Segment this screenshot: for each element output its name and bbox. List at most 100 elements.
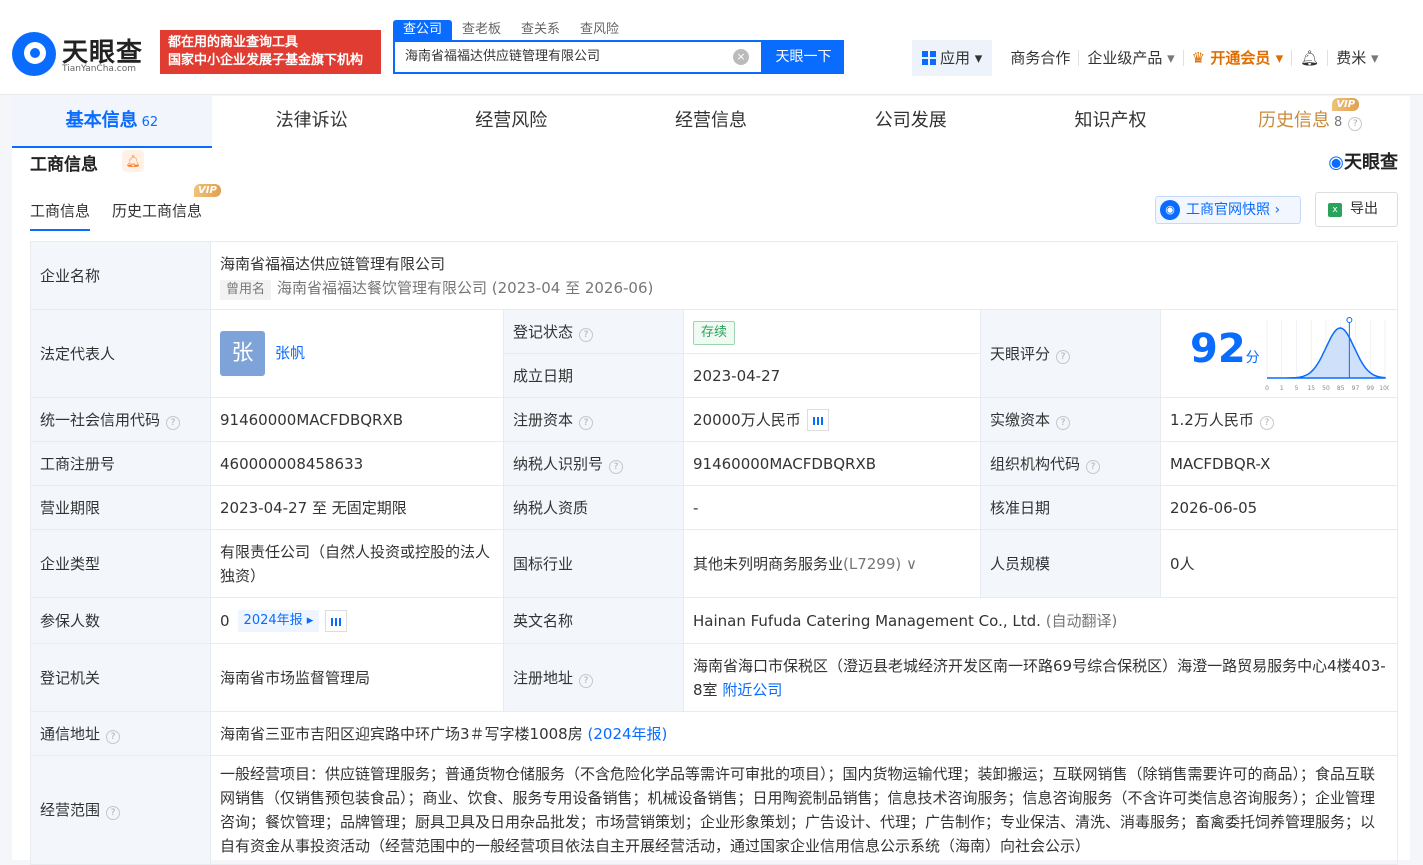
table-row: 营业期限 2023-04-27 至 无固定期限 纳税人资质 - 核准日期 202… <box>30 485 1398 530</box>
label-staff: 人员规模 <box>980 529 1161 598</box>
label-text: 经营范围 <box>40 801 101 819</box>
x-tick-label: 50 <box>1322 385 1330 392</box>
vip-badge: VIP <box>1332 98 1360 111</box>
former-name-tag: 曾用名 <box>220 279 272 300</box>
vip-label: 开通会员 <box>1210 49 1271 67</box>
chevron-down-icon: ▾ <box>1370 49 1379 67</box>
value-term: 2023-04-27 至 无固定期限 <box>210 485 504 530</box>
notification-bell-icon[interactable]: 🔔︎ <box>1291 50 1327 66</box>
tab-history[interactable]: 历史信息 8? VIP <box>1210 96 1410 148</box>
help-icon[interactable]: ? <box>1056 415 1071 430</box>
label-score: 天眼评分? <box>980 309 1161 398</box>
tab-label: 公司发展 <box>874 110 947 131</box>
value-org-code: MACFDBQR-X <box>1160 441 1398 486</box>
nav-enterprise-products[interactable]: 企业级产品 ▾ <box>1078 50 1182 66</box>
label-reg-capital: 注册资本? <box>503 397 684 442</box>
help-icon[interactable]: ? <box>579 327 594 342</box>
help-icon[interactable]: ? <box>1056 349 1071 364</box>
app-menu-button[interactable]: 应用 ▾ <box>912 40 993 76</box>
bar-chart-icon[interactable] <box>806 409 829 431</box>
user-name: 费米 <box>1336 49 1367 67</box>
value-company-name: 海南省福福达供应链管理有限公司 曾用名 海南省福福达餐饮管理有限公司 (2023-… <box>210 241 1398 310</box>
table-row: 企业类型 有限责任公司（自然人投资或控股的法人独资） 国标行业 其他未列明商务服… <box>30 529 1398 598</box>
user-icon: ◉ <box>1160 200 1180 220</box>
top-nav: 应用 ▾ 商务合作 企业级产品 ▾ ♛ 开通会员 ▾ 🔔︎ 费米 ▾ <box>912 40 1387 76</box>
clear-icon[interactable]: × <box>733 49 749 65</box>
x-tick-label: 1 <box>1280 385 1284 392</box>
score-distribution-chart[interactable]: 0 1 5 15 50 85 97 99 100 <box>1263 316 1389 394</box>
help-icon[interactable]: ? <box>579 415 594 430</box>
subtab-business-info[interactable]: 工商信息 <box>30 200 91 231</box>
tab-operating-info[interactable]: 经营信息 <box>611 96 811 148</box>
table-row: 登记机关 海南省市场监督管理局 注册地址? 海南省海口市保税区（澄迈县老城经济开… <box>30 643 1398 712</box>
label-text: 注册资本 <box>513 410 574 429</box>
label-legal-rep: 法定代表人 <box>30 309 211 398</box>
value-authority: 海南省市场监督管理局 <box>210 643 504 712</box>
sub-tabs: 工商信息 历史工商信息 <box>30 200 224 231</box>
former-name: 海南省福福达餐饮管理有限公司 (2023-04 至 2026-06) <box>277 278 654 297</box>
bar-chart-icon[interactable] <box>325 610 348 632</box>
label-credit-code: 统一社会信用代码? <box>30 397 211 442</box>
search-button[interactable]: 天眼一下 <box>763 40 844 74</box>
annual-report-button[interactable]: 2024年报 ▸ <box>237 610 320 632</box>
value-mail: 海南省三亚市吉阳区迎宾路中环广场3＃写字楼1008房 (2024年报) <box>210 711 1398 756</box>
help-icon[interactable]: ? <box>106 729 121 744</box>
search-tab-boss[interactable]: 查老板 <box>452 20 511 40</box>
help-icon[interactable]: ? <box>1348 117 1363 131</box>
value-est-date: 2023-04-27 <box>683 353 981 398</box>
help-icon[interactable]: ? <box>1086 459 1101 474</box>
help-icon[interactable]: ? <box>579 673 594 688</box>
search-tab-company[interactable]: 查公司 <box>393 20 453 40</box>
tab-basic-info[interactable]: 基本信息 62 <box>12 96 212 148</box>
mail-year-link[interactable]: (2024年报) <box>588 725 668 743</box>
table-row: 法定代表人 张张帆 登记状态? 存续 天眼评分? 92分 0 1 5 15 50 85 97… <box>30 309 1398 398</box>
help-icon[interactable]: ? <box>609 459 624 474</box>
nav-business[interactable]: 商务合作 <box>1002 50 1078 66</box>
help-icon[interactable]: ? <box>166 415 181 430</box>
score-marker-dot <box>1346 317 1353 323</box>
label-paid-capital: 实缴资本? <box>980 397 1161 442</box>
status-badge: 存续 <box>693 320 736 345</box>
label-industry: 国标行业 <box>503 529 684 598</box>
logo-eye-icon <box>12 32 56 76</box>
tianyancha-logo[interactable]: 天眼查 TianYanCha.com <box>12 32 152 77</box>
slogan-line2: 国家中小企业发展子基金旗下机构 <box>168 53 364 68</box>
value-industry[interactable]: 其他未列明商务服务业(L7299) ∨ <box>683 529 981 598</box>
legal-rep-link[interactable]: 张帆 <box>275 344 305 362</box>
label-insured: 参保人数 <box>30 597 211 644</box>
tab-count: 62 <box>141 115 159 130</box>
nearby-companies-link[interactable]: 附近公司 <box>722 681 782 699</box>
tab-operating-risk[interactable]: 经营风险 <box>411 96 611 148</box>
export-button[interactable]: x 导出 <box>1315 192 1398 227</box>
reg-capital: 20000万人民币 <box>693 410 801 429</box>
value-approval-date: 2026-06-05 <box>1160 485 1398 530</box>
chevron-down-icon[interactable]: ∨ <box>906 555 917 573</box>
mail-address: 海南省三亚市吉阳区迎宾路中环广场3＃写字楼1008房 <box>220 724 583 743</box>
value-scope: 一般经营项目：供应链管理服务；普通货物仓储服务（不含危险化学品等需许可审批的项目… <box>210 755 1398 865</box>
label-text: 实缴资本 <box>990 410 1051 429</box>
subscribe-bell-icon[interactable]: 🔔︎ <box>122 150 144 172</box>
help-icon[interactable]: ? <box>106 806 121 820</box>
address: 海南省海口市保税区（澄迈县老城经济开发区南一环路69号综合保税区）海澄一路贸易服… <box>693 656 1386 699</box>
subtab-history-business[interactable]: 历史工商信息 <box>112 200 202 231</box>
watermark-name: 天眼查 <box>1344 152 1398 173</box>
tab-development[interactable]: 公司发展 <box>811 96 1011 148</box>
search-input[interactable]: 海南省福福达供应链管理有限公司 × <box>393 40 763 74</box>
official-snapshot-button[interactable]: ◉ 工商官网快照 › <box>1155 196 1301 224</box>
nav-open-vip[interactable]: ♛ 开通会员 ▾ <box>1182 49 1291 67</box>
avatar[interactable]: 张 <box>220 331 265 376</box>
table-row: 通信地址? 海南省三亚市吉阳区迎宾路中环广场3＃写字楼1008房 (2024年报… <box>30 711 1398 756</box>
user-menu[interactable]: 费米 ▾ <box>1327 50 1386 66</box>
crown-icon: ♛ <box>1191 49 1206 67</box>
tab-label: 法律诉讼 <box>275 110 348 131</box>
tab-lawsuits[interactable]: 法律诉讼 <box>212 96 412 148</box>
help-icon[interactable]: ? <box>1259 415 1274 430</box>
slogan-banner[interactable]: 都在用的商业查询工具 国家中小企业发展子基金旗下机构 <box>160 30 381 74</box>
search-tab-risk[interactable]: 查风险 <box>570 20 629 40</box>
label-term: 营业期限 <box>30 485 211 530</box>
value-paid-capital: 1.2万人民币? <box>1160 397 1398 442</box>
search-tab-relation[interactable]: 查关系 <box>511 20 570 40</box>
tab-ip[interactable]: 知识产权 <box>1011 96 1211 148</box>
slogan-line1: 都在用的商业查询工具 <box>168 35 299 50</box>
company-tabs: 基本信息 62 法律诉讼 经营风险 经营信息 公司发展 知识产权 历史信息 8? VI… <box>12 96 1410 148</box>
